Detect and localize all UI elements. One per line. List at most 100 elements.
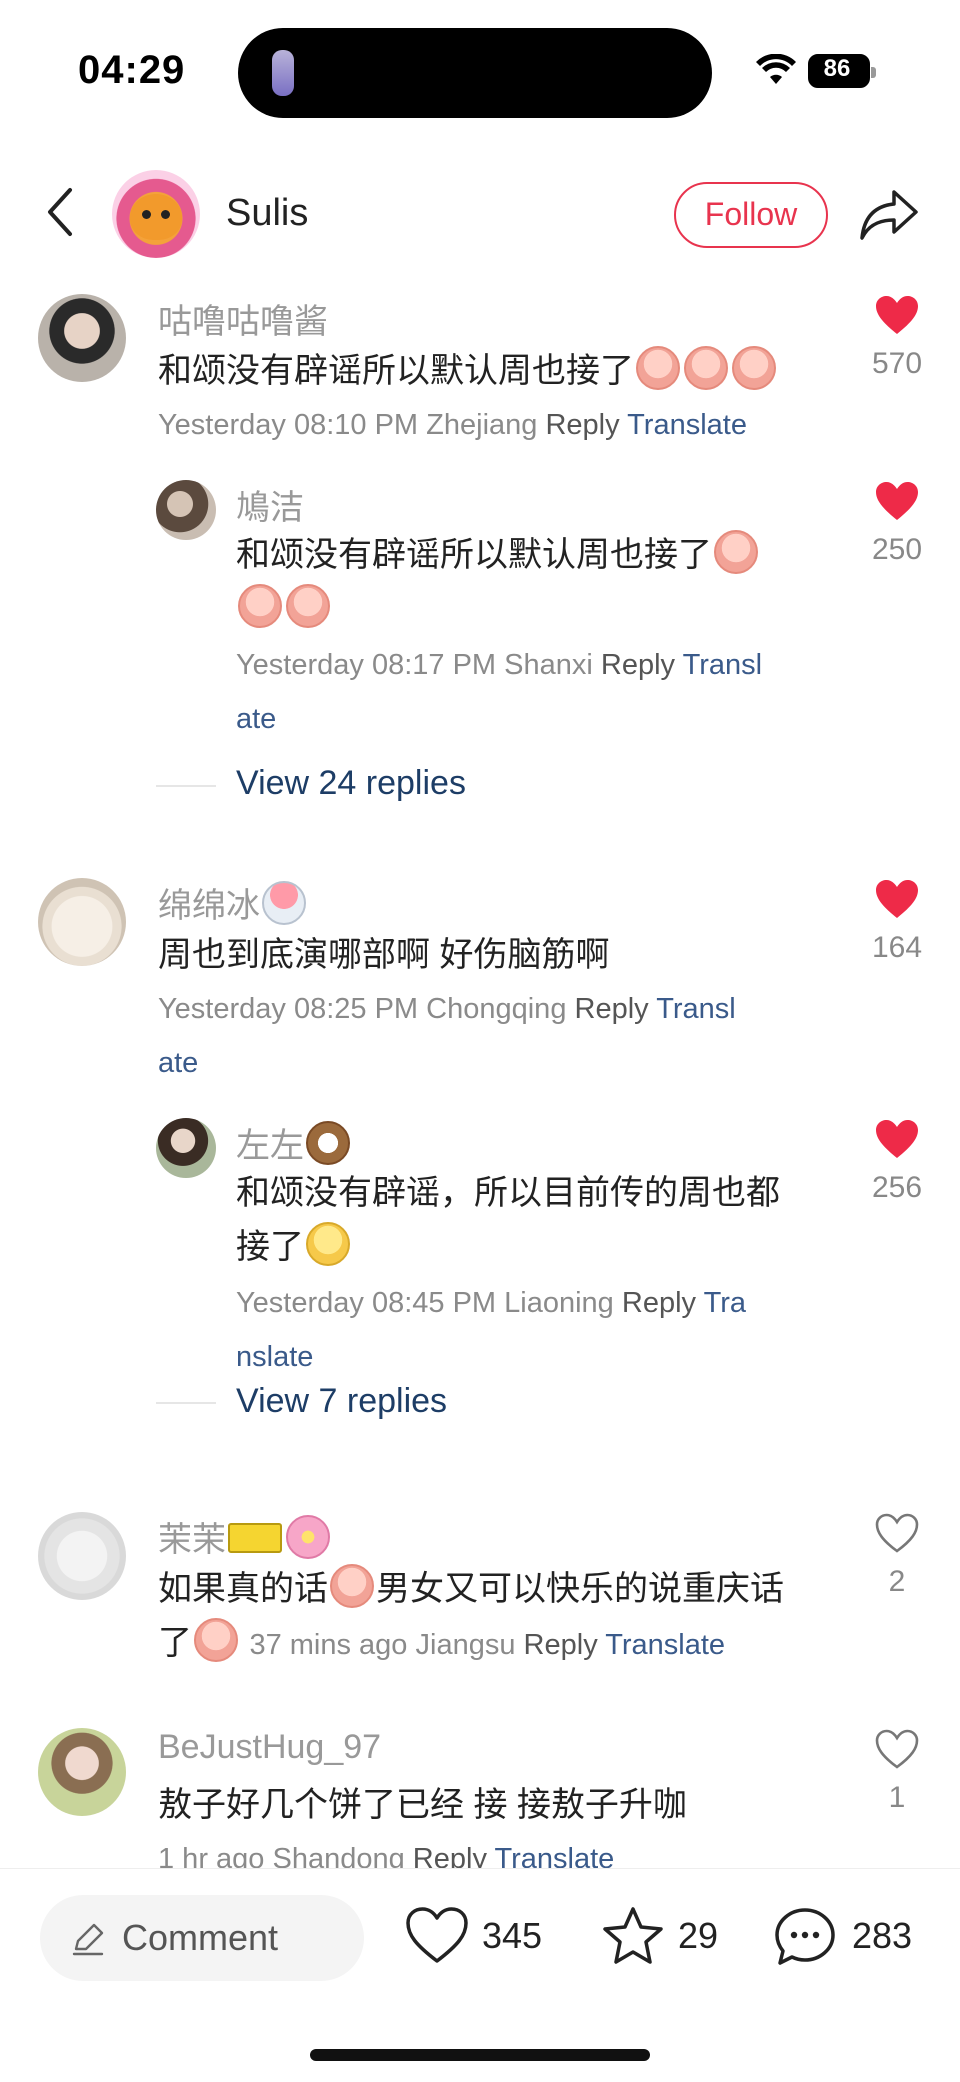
like-button[interactable]: 570 bbox=[862, 294, 932, 381]
peach-emoji bbox=[330, 1564, 374, 1608]
home-indicator[interactable] bbox=[310, 2049, 650, 2061]
comment-text: 周也到底演哪部啊 好伤脑筋啊 bbox=[158, 936, 610, 974]
like-count: 250 bbox=[871, 533, 923, 566]
status-bar: 04:29 86 bbox=[0, 0, 960, 130]
commenter-avatar[interactable] bbox=[38, 294, 126, 382]
favorite-count: 29 bbox=[678, 1915, 719, 1956]
reply-username[interactable]: 鳩洁 bbox=[236, 480, 304, 529]
comment-text: 和颂没有辟谣所以默认周也接了 bbox=[158, 344, 778, 398]
favorite-button[interactable]: 29 bbox=[600, 1897, 730, 1977]
like-button[interactable]: 164 bbox=[862, 878, 932, 965]
shaved-ice-emoji bbox=[262, 881, 306, 925]
reply-link[interactable]: Reply bbox=[622, 1287, 696, 1319]
like-button[interactable]: 2 bbox=[862, 1512, 932, 1599]
status-time: 04:29 bbox=[78, 48, 186, 92]
like-count: 2 bbox=[888, 1565, 906, 1598]
heart-icon bbox=[876, 1120, 918, 1158]
comment-username[interactable]: 绵绵冰 bbox=[158, 878, 308, 927]
heart-outline-icon bbox=[875, 1513, 919, 1553]
comment-meta: 1 hr ago Shandong Reply Translate bbox=[158, 1832, 614, 1868]
reply-link[interactable]: Reply bbox=[413, 1843, 487, 1868]
peach-emoji bbox=[238, 584, 282, 628]
pencil-icon bbox=[72, 1923, 104, 1956]
battery-level: 86 bbox=[823, 55, 851, 82]
like-post-button[interactable]: 345 bbox=[404, 1897, 554, 1977]
bottom-action-bar: Comment 345 29 283 bbox=[0, 1868, 960, 2082]
view-replies-link[interactable]: View 24 replies bbox=[236, 764, 466, 803]
author-name[interactable]: Sulis bbox=[226, 192, 308, 235]
back-arrow-icon[interactable] bbox=[36, 182, 86, 242]
peach-emoji bbox=[286, 584, 330, 628]
reply-meta: Yesterday 08:45 PM Liaoning Reply Tra nsl… bbox=[236, 1287, 747, 1373]
dynamic-island bbox=[238, 28, 712, 118]
reply-link[interactable]: Reply bbox=[524, 1629, 598, 1661]
like-count: 345 bbox=[482, 1915, 543, 1956]
star-icon bbox=[603, 1907, 663, 1964]
heart-icon bbox=[406, 1907, 468, 1963]
like-count: 164 bbox=[871, 931, 923, 964]
comment-meta: Yesterday 08:25 PM Chongqing Reply Trans… bbox=[158, 993, 736, 1079]
comment-username[interactable]: 茉茉 bbox=[158, 1512, 332, 1561]
commenter-avatar[interactable] bbox=[38, 878, 126, 966]
comment-username[interactable]: 咕噜咕噜酱 bbox=[158, 294, 328, 343]
reply-text: 和颂没有辟谣所以默认周也接了 bbox=[236, 528, 816, 636]
face-emoji bbox=[306, 1222, 350, 1266]
reply-link[interactable]: Reply bbox=[545, 409, 619, 441]
reply-link[interactable]: Reply bbox=[601, 649, 675, 681]
translate-link[interactable]: Tra bbox=[704, 1287, 746, 1319]
comment-input[interactable]: Comment bbox=[40, 1895, 364, 1981]
divider bbox=[156, 1402, 216, 1404]
like-count: 1 bbox=[888, 1781, 906, 1814]
divider bbox=[156, 785, 216, 787]
commenter-avatar[interactable] bbox=[38, 1728, 126, 1816]
commenter-avatar[interactable] bbox=[156, 1118, 216, 1178]
follow-button[interactable]: Follow bbox=[674, 182, 828, 248]
heart-outline-icon bbox=[875, 1729, 919, 1769]
translate-link[interactable]: Transl bbox=[683, 649, 763, 681]
translate-link[interactable]: Transl bbox=[656, 993, 736, 1025]
comment-count: 283 bbox=[852, 1915, 913, 1956]
translate-link[interactable]: Translate bbox=[627, 409, 747, 441]
wifi-icon bbox=[756, 54, 796, 84]
peach-emoji bbox=[732, 346, 776, 390]
comment-placeholder: Comment bbox=[122, 1917, 279, 1958]
comments-button[interactable]: 283 bbox=[772, 1897, 932, 1977]
peach-emoji bbox=[684, 346, 728, 390]
view-replies-link[interactable]: View 7 replies bbox=[236, 1382, 447, 1421]
translate-link[interactable]: ate bbox=[158, 1047, 198, 1079]
comment-text: 敖子好几个饼了已经 接 接敖子升咖 bbox=[158, 1786, 687, 1824]
like-button[interactable]: 256 bbox=[862, 1118, 932, 1205]
coconut-emoji bbox=[306, 1121, 350, 1165]
like-button[interactable]: 250 bbox=[862, 480, 932, 567]
commenter-avatar[interactable] bbox=[38, 1512, 126, 1600]
like-count: 256 bbox=[871, 1171, 923, 1204]
heart-icon bbox=[876, 482, 918, 520]
like-count: 570 bbox=[871, 347, 923, 380]
translate-link[interactable]: ate bbox=[236, 703, 276, 735]
comment-list[interactable]: 咕噜咕噜酱 和颂没有辟谣所以默认周也接了 Yesterday 08:10 PM … bbox=[0, 280, 960, 1868]
reply-meta: Yesterday 08:17 PM Shanxi Reply Transl at… bbox=[236, 649, 763, 735]
commenter-avatar[interactable] bbox=[156, 480, 216, 540]
reply-username[interactable]: 左左 bbox=[236, 1118, 352, 1167]
comment-username[interactable]: BeJustHug_97 bbox=[158, 1728, 381, 1767]
heart-icon bbox=[876, 880, 918, 918]
comment-meta: Yesterday 08:10 PM Zhejiang Reply Transl… bbox=[158, 409, 747, 441]
reply-text: 和颂没有辟谣，所以目前传的周也都 接了 bbox=[236, 1174, 780, 1266]
comment-meta: 37 mins ago Jiangsu Reply Translate bbox=[249, 1629, 726, 1661]
like-button[interactable]: 1 bbox=[862, 1728, 932, 1815]
share-icon[interactable] bbox=[858, 186, 920, 242]
peach-emoji bbox=[636, 346, 680, 390]
peach-emoji bbox=[194, 1618, 238, 1662]
comment-text: 如果真的话 男女又可以快乐的说重庆话了 37 mins ago Jiangsu R… bbox=[158, 1562, 838, 1672]
post-header: Sulis Follow bbox=[0, 164, 960, 264]
cherry-blossom-emoji bbox=[286, 1515, 330, 1559]
translate-link[interactable]: nslate bbox=[236, 1341, 313, 1373]
heart-icon bbox=[876, 296, 918, 334]
ticket-emoji bbox=[228, 1523, 282, 1553]
translate-link[interactable]: Translate bbox=[605, 1629, 725, 1661]
translate-link[interactable]: Translate bbox=[495, 1843, 615, 1868]
author-avatar[interactable] bbox=[112, 170, 200, 258]
reply-link[interactable]: Reply bbox=[575, 993, 649, 1025]
chat-bubble-icon bbox=[775, 1908, 835, 1965]
battery-icon: 86 bbox=[808, 54, 876, 88]
